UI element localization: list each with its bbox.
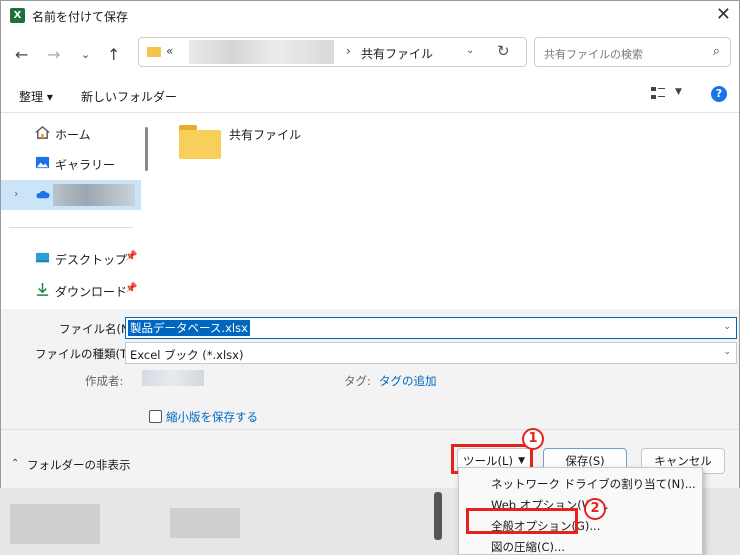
close-icon[interactable]: ✕ (716, 4, 731, 25)
sidebar-item-home[interactable]: ホーム (1, 118, 141, 148)
folder-icon[interactable] (179, 125, 221, 159)
save-thumbnail-checkbox[interactable] (149, 410, 162, 423)
divider (9, 227, 133, 228)
background-scrollbar (434, 492, 442, 540)
search-box[interactable]: 共有ファイルの検索 ⌕ (534, 37, 731, 67)
command-bar: 整理 ▾ 新しいフォルダー ▼ ? (1, 77, 739, 113)
view-dropdown-icon[interactable]: ▼ (675, 87, 682, 97)
desktop-icon (35, 252, 50, 263)
sidebar-item-label: ギャラリー (55, 158, 116, 172)
address-current[interactable]: 共有ファイル (361, 45, 433, 62)
address-blurred-segment (189, 40, 334, 64)
file-list: 共有ファイル (151, 113, 739, 309)
navigation-pane: ホーム ギャラリー › デスクトップ 📌 ダウンロード 📌 (1, 113, 151, 309)
gallery-icon (35, 156, 50, 169)
sidebar-scrollbar[interactable] (145, 127, 148, 171)
save-form: ファイル名(N): 製品データベース.xlsx ⌄ ファイルの種類(T): Ex… (1, 309, 739, 429)
refresh-icon[interactable]: ↻ (497, 42, 510, 60)
pin-icon: 📌 (125, 251, 138, 262)
excel-icon: X (10, 8, 25, 23)
author-label: 作成者: (85, 374, 124, 388)
view-options-icon[interactable] (651, 86, 665, 100)
menu-item-map-network-drive[interactable]: ネットワーク ドライブの割り当て(N)... (491, 476, 696, 492)
sidebar-item-label: ホーム (55, 128, 91, 142)
filetype-label: ファイルの種類(T): (35, 347, 136, 361)
filename-value[interactable]: 製品データベース.xlsx (128, 320, 250, 336)
sidebar-item-label: デスクトップ (55, 253, 128, 267)
onedrive-icon (36, 190, 50, 199)
menu-item-compress-pictures[interactable]: 図の圧縮(C)... (491, 539, 565, 555)
highlight-general-options (466, 508, 578, 534)
chevron-up-icon[interactable]: ⌃ (11, 458, 19, 469)
up-icon[interactable]: ↑ (107, 45, 120, 64)
download-icon (36, 282, 49, 296)
new-folder-button[interactable]: 新しいフォルダー (81, 88, 177, 105)
filetype-select[interactable]: Excel ブック (*.xlsx) ⌄ (125, 342, 737, 364)
chevron-right-icon[interactable]: › (14, 187, 18, 200)
address-overflow[interactable]: « (166, 44, 173, 58)
folder-item-label[interactable]: 共有ファイル (229, 126, 301, 143)
recent-locations-icon[interactable]: ⌄ (81, 48, 90, 61)
forward-icon[interactable]: → (47, 45, 60, 64)
back-icon[interactable]: ← (15, 45, 28, 64)
address-bar[interactable]: « › 共有ファイル ⌄ ↻ (138, 37, 527, 67)
sidebar-item-desktop[interactable]: デスクトップ 📌 (1, 243, 141, 273)
chevron-down-icon[interactable]: ⌄ (466, 45, 474, 56)
step-badge-2: 2 (584, 498, 606, 520)
filename-field[interactable]: 製品データベース.xlsx ⌄ (125, 317, 737, 339)
sidebar-item-gallery[interactable]: ギャラリー (1, 148, 141, 178)
blurred-region (170, 508, 240, 538)
organize-button[interactable]: 整理 ▾ (19, 88, 53, 105)
add-tag-link[interactable]: タグの追加 (379, 373, 437, 389)
hide-folders-button[interactable]: フォルダーの非表示 (27, 457, 131, 473)
save-as-dialog: X 名前を付けて保存 ✕ ← → ⌄ ↑ « › 共有ファイル ⌄ ↻ 共有ファ… (0, 0, 740, 488)
filetype-value: Excel ブック (*.xlsx) (130, 348, 244, 362)
sidebar-item-onedrive[interactable]: › (1, 180, 141, 210)
tags-label: タグ: (344, 374, 371, 388)
chevron-right-icon: › (346, 44, 351, 58)
blurred-account-name (53, 184, 135, 206)
title-bar: X 名前を付けて保存 ✕ (1, 1, 739, 31)
help-icon[interactable]: ? (711, 86, 727, 102)
search-icon: ⌕ (712, 44, 720, 59)
save-thumbnail-label[interactable]: 縮小版を保存する (166, 409, 258, 425)
window-title: 名前を付けて保存 (32, 10, 129, 24)
search-input[interactable]: 共有ファイルの検索 (544, 46, 643, 62)
folder-icon (147, 47, 161, 57)
sidebar-item-label: ダウンロード (55, 285, 128, 299)
sidebar-item-downloads[interactable]: ダウンロード 📌 (1, 275, 141, 305)
step-badge-1: 1 (522, 428, 544, 450)
chevron-down-icon[interactable]: ⌄ (723, 347, 731, 357)
blurred-author-value[interactable] (142, 370, 204, 386)
pin-icon: 📌 (125, 283, 138, 294)
chevron-down-icon[interactable]: ⌄ (723, 322, 731, 332)
blurred-region (10, 504, 100, 544)
home-icon (35, 125, 50, 139)
